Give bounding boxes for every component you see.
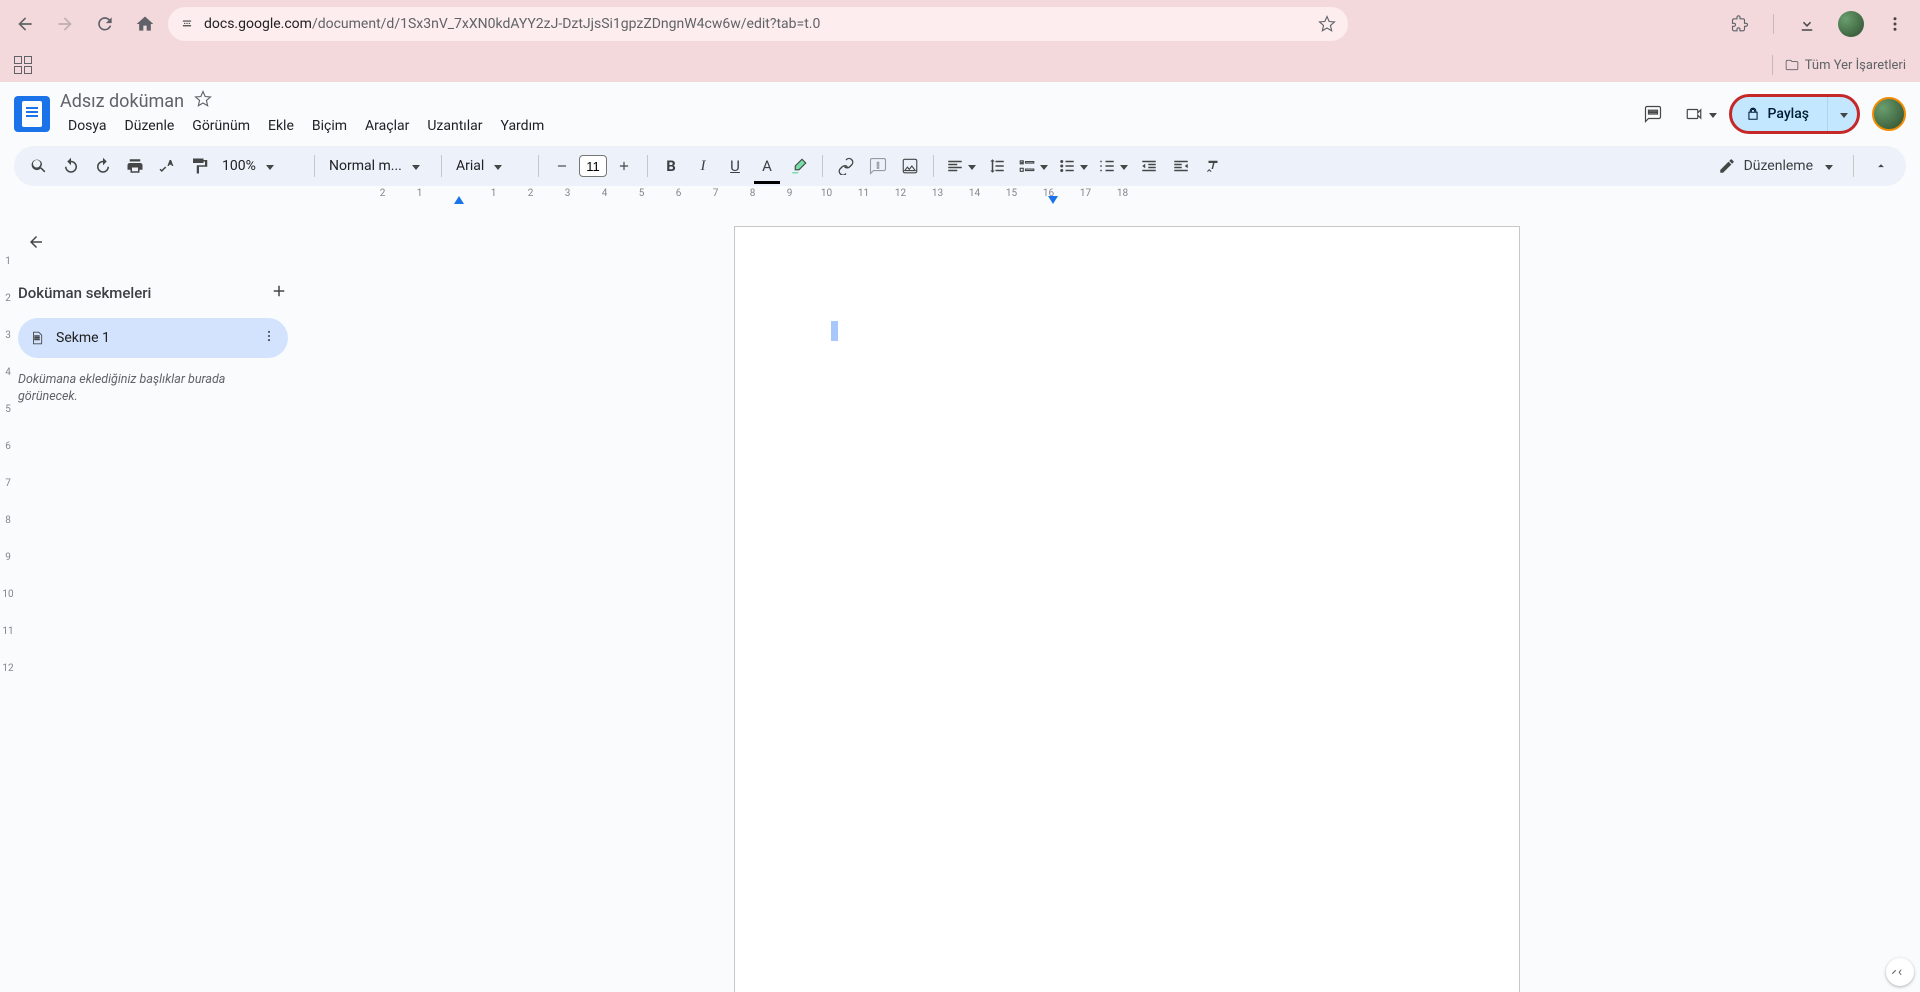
chrome-actions [1723, 7, 1912, 41]
right-indent-marker[interactable] [1048, 196, 1058, 204]
hide-menus-button[interactable] [1866, 151, 1896, 181]
explore-button[interactable]: ‹ [1886, 958, 1914, 986]
menu-extensions[interactable]: Uzantılar [419, 114, 490, 138]
outline-title: Doküman sekmeleri [18, 284, 151, 302]
tab-item[interactable]: Sekme 1 [18, 318, 288, 358]
checklist-button[interactable] [1014, 151, 1052, 181]
chevron-down-icon [1705, 107, 1717, 122]
menu-file[interactable]: Dosya [60, 114, 115, 138]
browser-forward-button [48, 7, 82, 41]
underline-button[interactable]: U [720, 151, 750, 181]
extensions-button[interactable] [1723, 7, 1757, 41]
left-indent-marker[interactable] [454, 196, 464, 204]
italic-button[interactable]: I [688, 151, 718, 181]
add-comment-button[interactable] [863, 151, 893, 181]
bookmarks-bar: Tüm Yer İşaretleri [0, 48, 1920, 82]
font-family-select[interactable]: Arial [450, 158, 530, 174]
workspace: 21123456789101112131415161718 1234567891… [0, 186, 1920, 992]
print-button[interactable] [120, 151, 150, 181]
profile-avatar-button[interactable] [1834, 7, 1868, 41]
highlight-color-button[interactable] [784, 151, 814, 181]
menu-tools[interactable]: Araçlar [357, 114, 417, 138]
browser-toolbar: docs.google.com/document/d/1Sx3nV_7xXN0k… [0, 0, 1920, 48]
downloads-button[interactable] [1790, 7, 1824, 41]
browser-reload-button[interactable] [88, 7, 122, 41]
insert-link-button[interactable] [831, 151, 861, 181]
close-outline-button[interactable] [18, 224, 54, 260]
share-label: Paylaş [1768, 106, 1809, 122]
insert-image-button[interactable] [895, 151, 925, 181]
document-page[interactable] [734, 226, 1520, 992]
account-avatar[interactable] [1872, 97, 1906, 131]
decrease-font-size-button[interactable] [547, 151, 577, 181]
canvas-area[interactable] [306, 206, 1908, 992]
numbered-list-button[interactable] [1094, 151, 1132, 181]
search-menus-button[interactable] [24, 151, 54, 181]
vertical-ruler[interactable]: 123456789101112 [0, 206, 16, 992]
editing-mode-label: Düzenleme [1744, 158, 1813, 174]
outline-sidebar: Doküman sekmeleri Sekme 1 Dokümana ekled… [0, 206, 306, 992]
clear-formatting-button[interactable] [1198, 151, 1228, 181]
decrease-indent-button[interactable] [1134, 151, 1164, 181]
docs-app: Adsız doküman Dosya Düzenle Görünüm Ekle… [0, 82, 1920, 992]
lock-icon [1746, 107, 1760, 121]
paragraph-style-select[interactable]: Normal m... [323, 158, 433, 174]
browser-chrome: docs.google.com/document/d/1Sx3nV_7xXN0k… [0, 0, 1920, 82]
align-button[interactable] [942, 151, 980, 181]
tab-more-button[interactable] [262, 329, 276, 347]
paint-format-button[interactable] [184, 151, 214, 181]
browser-back-button[interactable] [8, 7, 42, 41]
document-title[interactable]: Adsız doküman [60, 91, 184, 112]
menu-insert[interactable]: Ekle [260, 114, 302, 138]
browser-home-button[interactable] [128, 7, 162, 41]
horizontal-ruler[interactable]: 21123456789101112131415161718 [16, 186, 1904, 206]
tab-label: Sekme 1 [56, 330, 110, 346]
site-settings-icon [180, 17, 194, 31]
docs-header: Adsız doküman Dosya Düzenle Görünüm Ekle… [0, 82, 1920, 138]
menu-edit[interactable]: Düzenle [117, 114, 183, 138]
share-button[interactable]: Paylaş [1729, 94, 1860, 134]
comments-history-button[interactable] [1633, 94, 1673, 134]
add-tab-button[interactable] [270, 282, 288, 304]
outline-hint: Dokümana eklediğiniz başlıklar burada gö… [18, 372, 288, 406]
chrome-menu-button[interactable] [1878, 7, 1912, 41]
document-icon [30, 331, 44, 345]
meet-button[interactable] [1685, 105, 1717, 123]
editing-mode-select[interactable]: Düzenleme [1710, 157, 1841, 175]
share-dropdown[interactable] [1827, 96, 1855, 132]
bulleted-list-button[interactable] [1054, 151, 1092, 181]
toolbar: 100% Normal m... Arial B I U A [14, 146, 1906, 186]
star-button[interactable] [194, 90, 212, 112]
increase-font-size-button[interactable] [609, 151, 639, 181]
url-bar[interactable]: docs.google.com/document/d/1Sx3nV_7xXN0k… [168, 7, 1348, 41]
menu-view[interactable]: Görünüm [184, 114, 258, 138]
star-outline-icon[interactable] [1318, 15, 1336, 33]
url-text: docs.google.com/document/d/1Sx3nV_7xXN0k… [204, 16, 820, 32]
divider [1772, 55, 1773, 75]
spellcheck-button[interactable] [152, 151, 182, 181]
font-size-input[interactable] [579, 155, 607, 177]
menu-help[interactable]: Yardım [493, 114, 553, 138]
text-cursor [831, 321, 838, 341]
line-spacing-button[interactable] [982, 151, 1012, 181]
undo-button[interactable] [56, 151, 86, 181]
zoom-select[interactable]: 100% [216, 158, 306, 174]
docs-logo[interactable] [14, 96, 50, 132]
folder-icon [1785, 58, 1799, 72]
redo-button[interactable] [88, 151, 118, 181]
text-color-button[interactable]: A [752, 151, 782, 181]
divider [1773, 14, 1774, 34]
apps-icon[interactable] [14, 56, 32, 74]
increase-indent-button[interactable] [1166, 151, 1196, 181]
menu-format[interactable]: Biçim [304, 114, 355, 138]
pencil-icon [1718, 157, 1736, 175]
all-bookmarks-link[interactable]: Tüm Yer İşaretleri [1805, 58, 1906, 73]
bold-button[interactable]: B [656, 151, 686, 181]
menu-bar: Dosya Düzenle Görünüm Ekle Biçim Araçlar… [60, 114, 552, 138]
